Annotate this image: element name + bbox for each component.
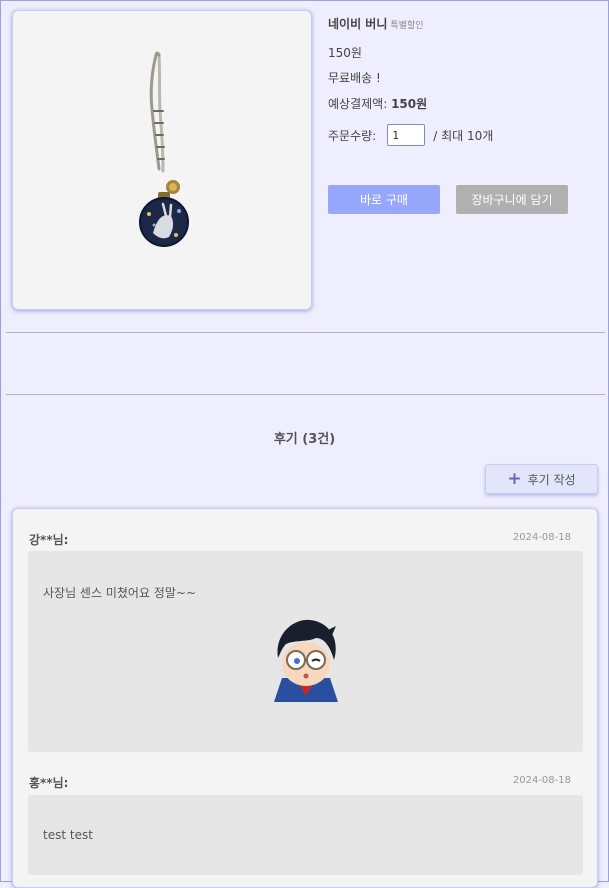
buy-now-button[interactable]: 바로 구매 (328, 185, 440, 214)
shipping-info: 무료배송 ! (328, 71, 381, 85)
reviews-title: 후기 (3건) (273, 432, 336, 447)
discount-badge: 특별할인 (390, 21, 424, 31)
charm-illustration (139, 51, 189, 247)
title-row: 네이비 버니 특별할인 (328, 15, 424, 32)
product-price: 150원 (328, 46, 362, 60)
write-review-label: 후기 작성 (527, 472, 576, 487)
reviews-list: 강**님: 2024-08-18 사장님 센스 미쳤어요 정말~~ 홍**님: … (12, 508, 598, 888)
quantity-input[interactable] (387, 124, 426, 146)
review-body: test test (28, 795, 583, 875)
review-body: 사장님 센스 미쳤어요 정말~~ (28, 551, 583, 752)
review-photo (274, 619, 338, 702)
write-review-button[interactable]: + 후기 작성 (485, 464, 598, 494)
divider (6, 332, 605, 333)
review-date: 2024-08-18 (512, 532, 571, 543)
review-text: 사장님 센스 미쳤어요 정말~~ (43, 586, 196, 600)
expected-total: 예상결제액: 150원 (328, 95, 427, 112)
review-author: 홍**님: (29, 776, 69, 790)
quantity-row: 주문수량: / 최대 10개 (328, 124, 493, 146)
expected-total-value: 150원 (391, 97, 428, 111)
divider (6, 394, 605, 395)
quantity-label: 주문수량: (328, 128, 377, 143)
review-author: 강**님: (29, 533, 69, 547)
quantity-max: / 최대 10개 (433, 128, 494, 143)
review-date: 2024-08-18 (512, 775, 571, 786)
add-to-cart-button[interactable]: 장바구니에 담기 (456, 185, 568, 214)
plus-icon: + (507, 468, 522, 489)
expected-total-label: 예상결제액: (328, 97, 392, 111)
review-text: test test (43, 828, 93, 842)
product-image (12, 10, 312, 310)
product-title: 네이비 버니 (328, 17, 388, 31)
